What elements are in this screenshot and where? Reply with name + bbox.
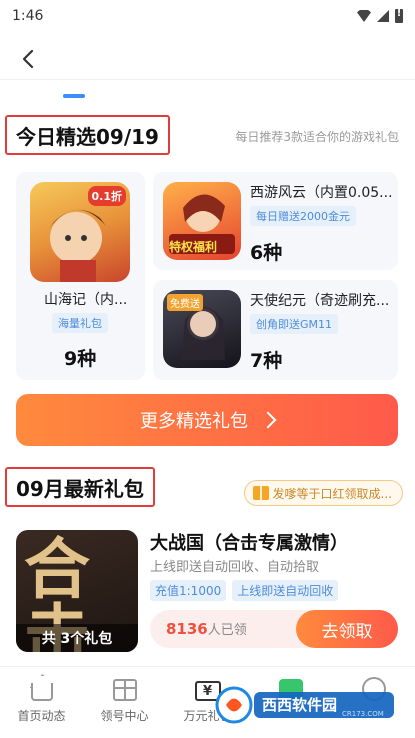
game-tag: 创角即送GM11 (250, 314, 339, 334)
claimed-number: 8136 (166, 620, 208, 638)
nav-big-gifts[interactable]: ¥ 万元礼包 (166, 667, 249, 738)
pack-count: 共 3个礼包 (16, 624, 138, 652)
game-card-3[interactable]: 免费送 天使纪元（奇迹刷充... 创角即送GM11 7种 (153, 280, 398, 380)
home-icon (30, 683, 53, 701)
featured-game-image[interactable]: 合击 共 3个礼包 (16, 530, 138, 652)
bottom-nav: 首页动态 领号中心 ¥ 万元礼包 (0, 666, 415, 738)
game-icon-tianshijiyuan: 免费送 (163, 290, 241, 368)
claim-bar: 8136人已领 去领取 (150, 610, 398, 648)
green-gift-icon (278, 679, 303, 701)
featured-tag: 上线即送自动回收 (232, 580, 339, 601)
today-section-header: 今日精选09/19 每日推荐3款适合你的游戏礼包 (0, 115, 415, 161)
back-arrow-icon[interactable] (18, 48, 40, 70)
game-card-2[interactable]: 特权福利 西游风云（内置0.05... 每日赠送2000金元 6种 (153, 172, 398, 270)
nav-item-4[interactable] (249, 667, 332, 738)
claim-button[interactable]: 去领取 (296, 610, 398, 648)
yen-ticket-icon: ¥ (194, 681, 221, 701)
badge-text: 特权福利 (169, 240, 218, 254)
gift-icon (252, 486, 269, 500)
more-picks-button[interactable]: 更多精选礼包 (16, 394, 398, 446)
nav-account-center[interactable]: 领号中心 (83, 667, 166, 738)
status-time: 1:46 (12, 8, 44, 24)
featured-desc: 上线即送自动回收、自动拾取 (150, 560, 320, 575)
gift-count: 9种 (64, 348, 97, 370)
game-name: 山海记（内... (44, 292, 128, 308)
gift-count: 7种 (250, 350, 283, 372)
game-icon-shanhaiji: 0.1折 (30, 182, 130, 282)
game-tag: 每日赠送2000金元 (250, 206, 356, 226)
game-tag: 海量礼包 (52, 313, 108, 333)
status-icons (357, 8, 403, 23)
nav-home[interactable]: 首页动态 (0, 667, 83, 738)
status-bar: 1:46 (0, 0, 415, 32)
game-name: 西游风云（内置0.05... (250, 185, 392, 201)
nav-label: 领号中心 (100, 709, 149, 723)
more-picks-label: 更多精选礼包 (140, 411, 248, 432)
game-icon-xiyoufengyun: 特权福利 (163, 182, 241, 260)
today-title: 今日精选09/19 (5, 115, 170, 155)
badge-text: 免费送 (167, 294, 203, 311)
featured-tags: 充值1:1000 上线即送自动回收 (150, 580, 339, 601)
gift-icon (112, 679, 137, 701)
nav-bar (0, 36, 415, 80)
tip-text: 发嗲等于口红领取成... (272, 486, 392, 501)
gift-count: 6种 (250, 242, 283, 264)
featured-title[interactable]: 大战国（合击专属激情） (150, 529, 348, 555)
claimed-count: 8136人已领 (166, 619, 247, 638)
chat-icon (361, 677, 386, 701)
nav-label: 万元礼包 (183, 709, 232, 723)
claimed-suffix: 人已领 (207, 623, 247, 638)
monthly-title: 09月最新礼包 (5, 467, 155, 507)
nav-item-5[interactable] (332, 667, 415, 738)
nav-label: 首页动态 (17, 709, 66, 723)
wifi-icon (357, 10, 371, 22)
game-name: 天使纪元（奇迹刷充... (250, 293, 390, 309)
signal-icon (377, 10, 389, 22)
battery-icon (395, 8, 403, 23)
featured-tag: 充值1:1000 (150, 580, 227, 601)
today-subtitle: 每日推荐3款适合你的游戏礼包 (235, 130, 399, 144)
game-card-1[interactable]: 0.1折 山海记（内... 海量礼包 9种 (16, 172, 145, 380)
tab-indicator (63, 94, 85, 98)
chevron-right-icon (259, 411, 277, 429)
tip-pill[interactable]: 发嗲等于口红领取成... (243, 480, 403, 506)
discount-badge: 0.1折 (87, 186, 126, 206)
